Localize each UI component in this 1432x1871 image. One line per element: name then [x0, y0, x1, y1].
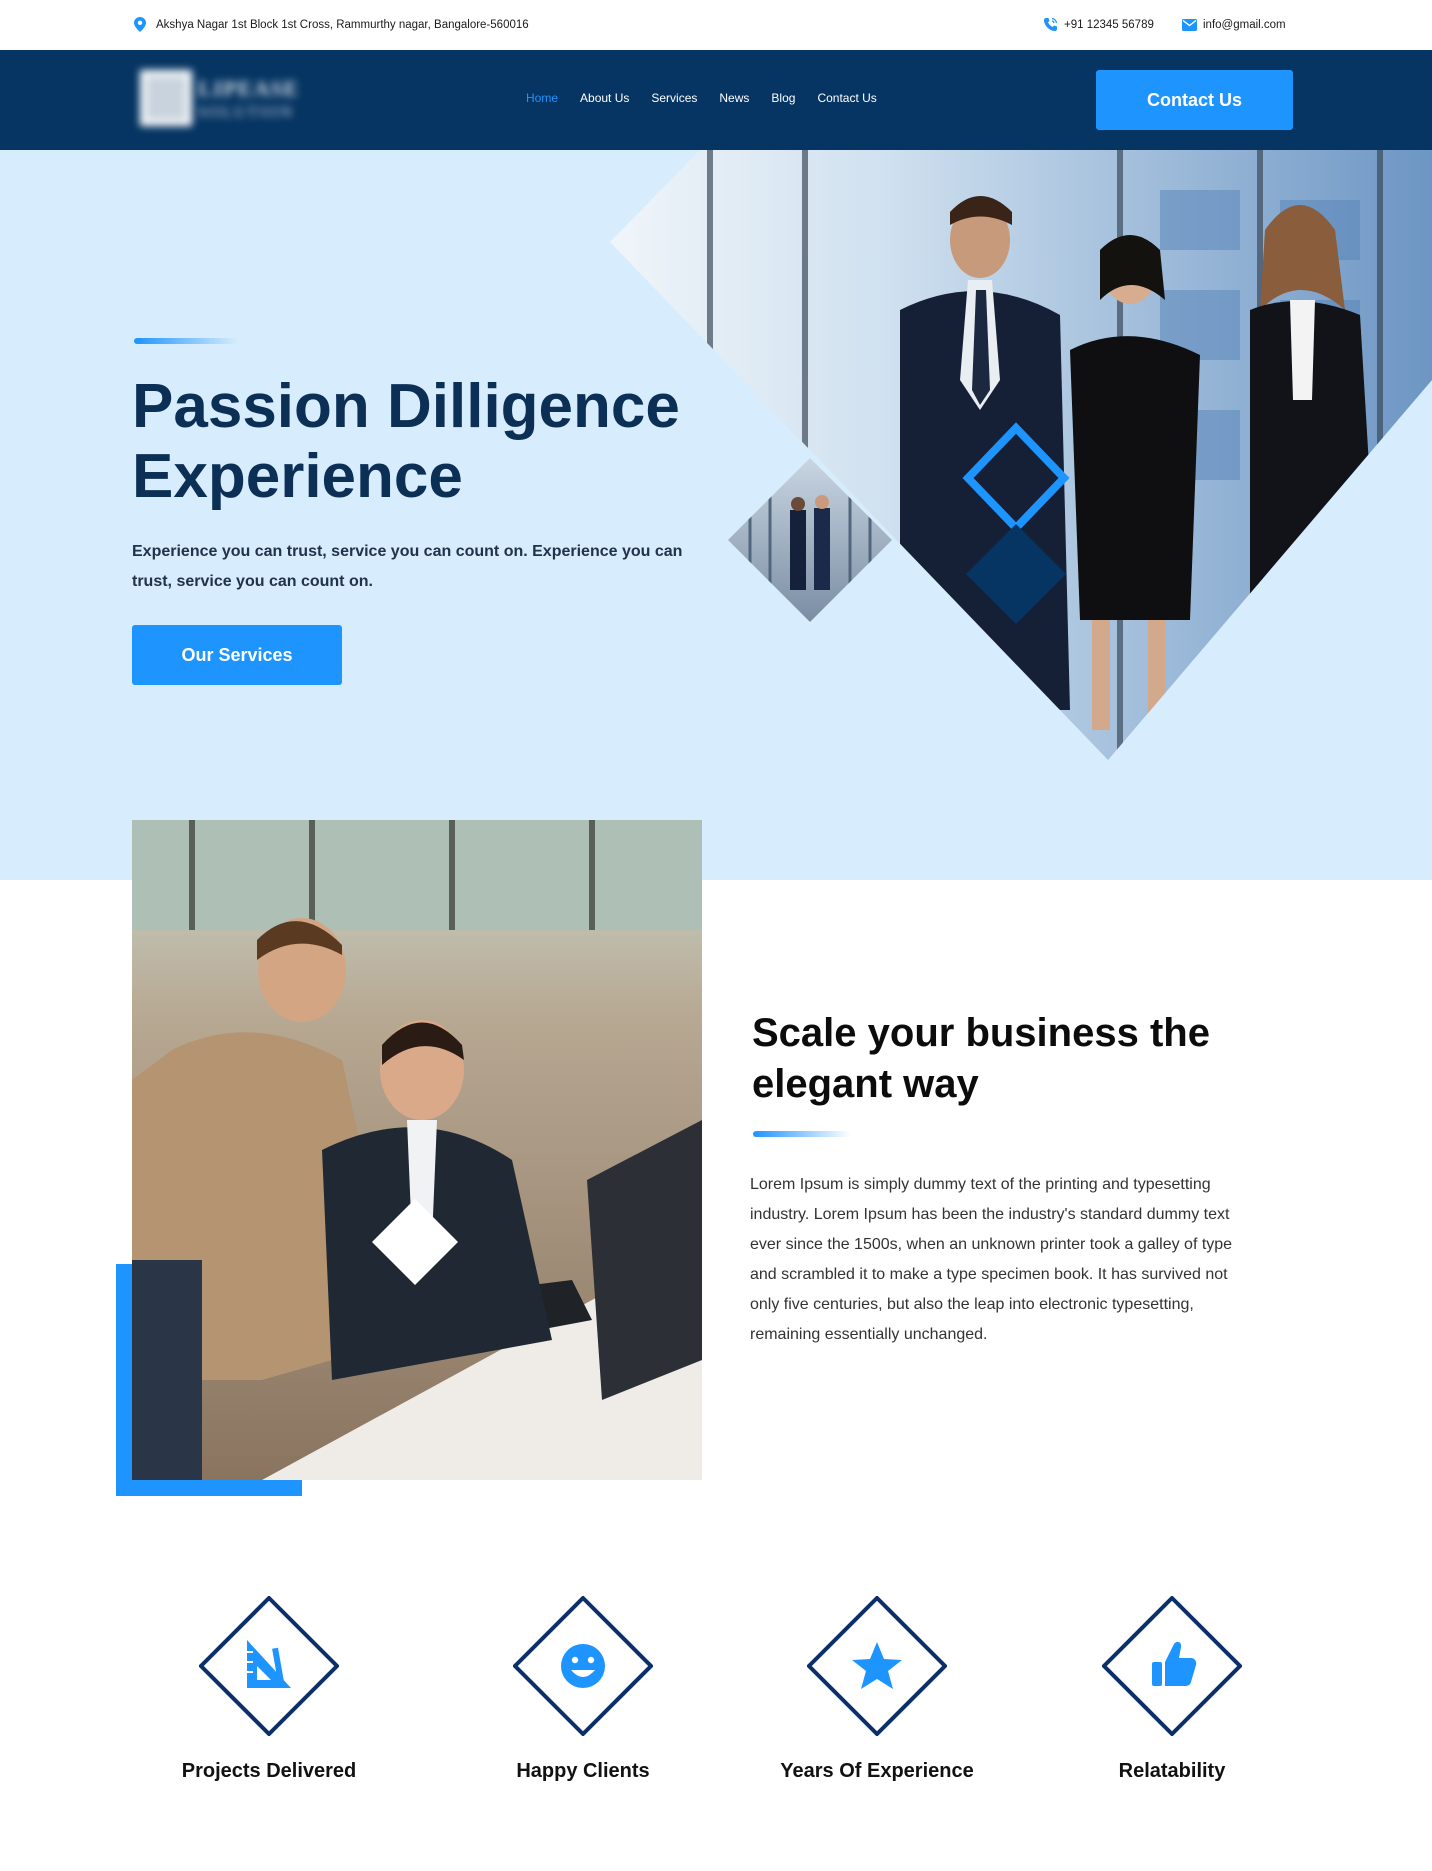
phone-text[interactable]: +91 12345 56789 [1064, 19, 1154, 31]
email-info[interactable]: info@gmail.com [1182, 17, 1286, 32]
phone-icon [1043, 17, 1058, 32]
top-info-bar: Akshya Nagar 1st Block 1st Cross, Rammur… [0, 0, 1432, 50]
contact-us-button[interactable]: Contact Us [1096, 70, 1293, 130]
nav-link-blog[interactable]: Blog [771, 91, 795, 105]
star-icon [852, 1642, 902, 1689]
feature-label: Years Of Experience [780, 1760, 974, 1782]
primary-nav: Home About Us Services News Blog Contact… [526, 91, 899, 105]
address-info: Akshya Nagar 1st Block 1st Cross, Rammur… [132, 17, 529, 32]
logo-word-2: SOLUTION [198, 104, 294, 121]
logo-word-1: LIPEASE [198, 76, 300, 101]
about-accent-line [753, 1131, 851, 1137]
nav-link-contact-us[interactable]: Contact Us [817, 91, 876, 105]
feature-diamond-frame [1102, 1596, 1242, 1736]
mail-icon [1182, 17, 1197, 32]
hero-accent-line [134, 338, 238, 344]
smiley-face-icon [561, 1644, 605, 1688]
thumbs-up-icon [1152, 1641, 1197, 1686]
address-text: Akshya Nagar 1st Block 1st Cross, Rammur… [156, 18, 529, 31]
nav-link-services[interactable]: Services [651, 91, 697, 105]
about-body-text: Lorem Ipsum is simply dummy text of the … [750, 1176, 1233, 1343]
nav-link-news[interactable]: News [719, 91, 749, 105]
logo-mark [140, 70, 192, 126]
feature-diamond-frame [513, 1596, 653, 1736]
our-services-button[interactable]: Our Services [132, 625, 342, 685]
business-people-photo [610, 150, 1432, 760]
feature-label: Projects Delivered [181, 1760, 357, 1782]
company-logo[interactable]: LIPEASE SOLUTION [136, 66, 306, 130]
nav-link-about-us[interactable]: About Us [580, 91, 629, 105]
location-pin-icon [132, 17, 147, 32]
phone-info[interactable]: +91 12345 56789 [1043, 17, 1154, 32]
email-text[interactable]: info@gmail.com [1203, 19, 1286, 31]
feature-label: Relatability [1118, 1760, 1226, 1782]
about-title: Scale your business the elegant way [752, 1011, 1210, 1106]
ruler-triangle-icon [247, 1640, 291, 1688]
office-team-photo [132, 820, 702, 1480]
hero-photo-collage [610, 150, 1432, 760]
feature-diamond-frame [199, 1596, 339, 1736]
feature-diamond-frame [807, 1596, 947, 1736]
feature-label: Happy Clients [516, 1760, 650, 1782]
nav-link-home[interactable]: Home [526, 91, 558, 105]
